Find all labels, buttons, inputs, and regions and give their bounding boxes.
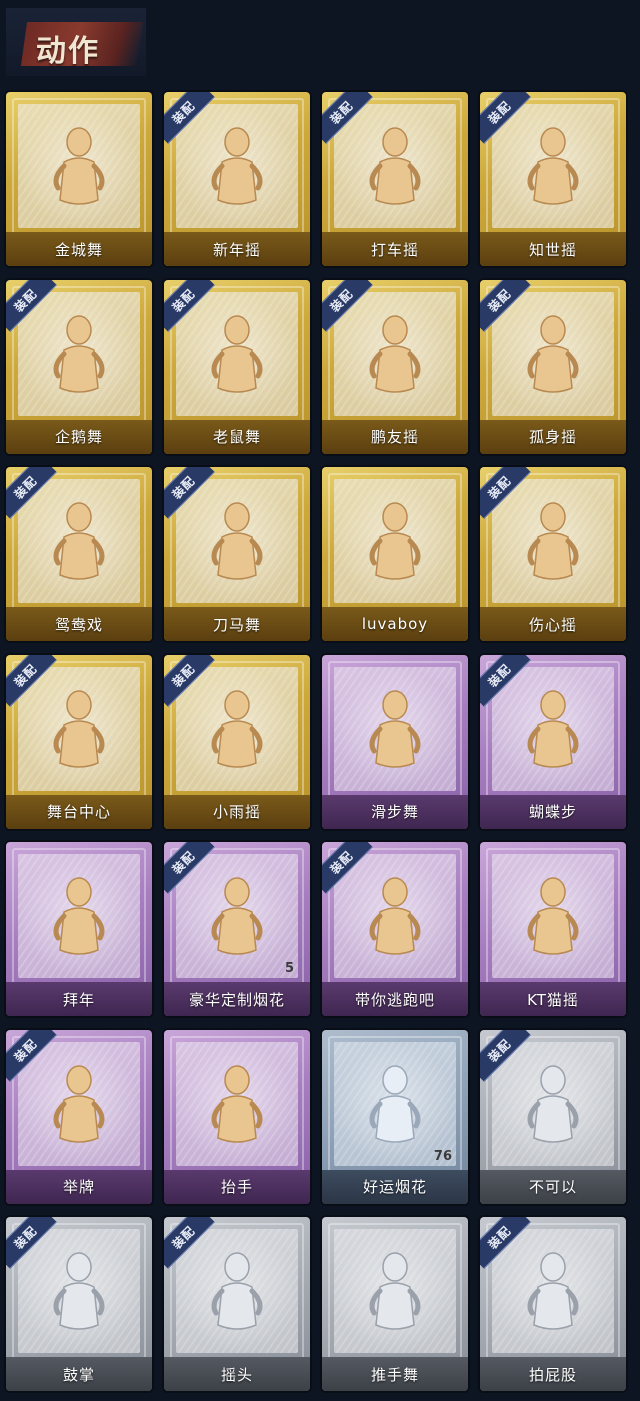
emote-card[interactable]: 鹏友摇 装配	[322, 279, 468, 454]
emote-figure-icon	[211, 877, 263, 955]
emote-figure-icon	[527, 127, 579, 205]
emote-card[interactable]: luvaboy	[322, 467, 468, 641]
emote-figure-icon	[369, 877, 421, 955]
emote-figure-icon	[53, 314, 105, 393]
emote-name: 鼓掌	[6, 1357, 152, 1391]
emote-figure-icon	[211, 502, 263, 580]
emote-figure-icon	[527, 502, 579, 580]
emote-name: 摇头	[164, 1357, 310, 1391]
emote-name: KT猫摇	[480, 982, 626, 1016]
emote-figure-icon	[53, 127, 105, 205]
emote-figure-icon	[53, 1252, 105, 1330]
emote-card[interactable]: 舞台中心 装配	[6, 654, 152, 829]
emote-figure-icon	[211, 127, 263, 205]
emote-card[interactable]: 蝴蝶步 装配	[480, 654, 626, 829]
emote-figure-icon	[369, 1252, 421, 1330]
emote-figure-icon	[527, 1252, 579, 1330]
emote-figure-icon	[527, 877, 579, 955]
emote-name: 金城舞	[6, 232, 152, 266]
emote-card[interactable]: 不可以 装配	[480, 1029, 626, 1204]
emote-name: luvaboy	[322, 607, 468, 641]
emote-figure-icon	[527, 689, 579, 768]
emote-name: 带你逃跑吧	[322, 982, 468, 1016]
emote-figure-icon	[211, 1252, 263, 1330]
emote-figure-icon	[369, 314, 421, 393]
emote-figure-icon	[527, 314, 579, 393]
emote-name: 伤心摇	[480, 607, 626, 641]
emote-figure-icon	[527, 1064, 579, 1143]
emote-figure-icon	[369, 1064, 421, 1143]
emote-card[interactable]: 好运烟花 76	[322, 1029, 468, 1204]
emote-figure-icon	[53, 877, 105, 955]
emote-figure-icon	[53, 502, 105, 580]
emote-card[interactable]: 新年摇 装配	[164, 92, 310, 266]
emote-name: 孤身摇	[480, 419, 626, 454]
emote-name: 企鹅舞	[6, 419, 152, 454]
emote-card[interactable]: 刀马舞 装配	[164, 467, 310, 641]
emote-card[interactable]: 滑步舞	[322, 654, 468, 829]
emote-figure-icon	[53, 1064, 105, 1143]
emote-card[interactable]: 鼓掌 装配	[6, 1217, 152, 1391]
emote-figure-icon	[369, 689, 421, 768]
emote-card[interactable]: 打车摇 装配	[322, 92, 468, 266]
emote-card[interactable]: 带你逃跑吧 装配	[322, 842, 468, 1016]
emote-name: 小雨摇	[164, 794, 310, 829]
emote-name: 不可以	[480, 1169, 626, 1204]
emote-figure-icon	[369, 502, 421, 580]
emote-card[interactable]: 举牌 装配	[6, 1029, 152, 1204]
emote-name: 打车摇	[322, 232, 468, 266]
emote-card[interactable]: 推手舞	[322, 1217, 468, 1391]
item-count: 5	[284, 961, 294, 976]
emote-name: 好运烟花	[322, 1169, 468, 1204]
emote-card[interactable]: 抬手	[164, 1029, 310, 1204]
emote-card[interactable]: 企鹅舞 装配	[6, 279, 152, 454]
emote-name: 抬手	[164, 1169, 310, 1204]
emote-card[interactable]: 豪华定制烟花 装配 5	[164, 842, 310, 1016]
emote-name: 推手舞	[322, 1357, 468, 1391]
emote-figure-icon	[211, 689, 263, 768]
emote-name: 举牌	[6, 1169, 152, 1204]
emote-name: 滑步舞	[322, 794, 468, 829]
emote-card[interactable]: 孤身摇 装配	[480, 279, 626, 454]
emote-name: 新年摇	[164, 232, 310, 266]
emote-card[interactable]: 拍屁股 装配	[480, 1217, 626, 1391]
emote-name: 蝴蝶步	[480, 794, 626, 829]
emote-name: 鸳鸯戏	[6, 607, 152, 641]
emote-grid: 金城舞 新年摇 装配 打车摇 装配 知世摇 装配企鹅舞 装配 老鼠舞 装配 鹏友摇 装配 孤身摇 装配鸳鸯…	[0, 0, 640, 1401]
emote-name: 拍屁股	[480, 1357, 626, 1391]
emote-name: 拜年	[6, 982, 152, 1016]
emote-figure-icon	[211, 314, 263, 393]
emote-figure-icon	[369, 127, 421, 205]
emote-card[interactable]: 摇头 装配	[164, 1217, 310, 1391]
emote-name: 刀马舞	[164, 607, 310, 641]
emote-card[interactable]: KT猫摇	[480, 842, 626, 1016]
emote-card[interactable]: 鸳鸯戏 装配	[6, 467, 152, 641]
emote-card[interactable]: 拜年	[6, 842, 152, 1016]
emote-card[interactable]: 老鼠舞 装配	[164, 279, 310, 454]
emote-name: 豪华定制烟花	[164, 982, 310, 1016]
emote-name: 老鼠舞	[164, 419, 310, 454]
emote-figure-icon	[211, 1064, 263, 1143]
emote-name: 舞台中心	[6, 794, 152, 829]
emote-name: 知世摇	[480, 232, 626, 266]
emote-name: 鹏友摇	[322, 419, 468, 454]
item-count: 76	[433, 1148, 452, 1164]
emote-figure-icon	[53, 689, 105, 768]
emote-card[interactable]: 小雨摇 装配	[164, 654, 310, 829]
emote-card[interactable]: 金城舞	[6, 92, 152, 266]
emote-card[interactable]: 伤心摇 装配	[480, 467, 626, 641]
emote-card[interactable]: 知世摇 装配	[480, 92, 626, 266]
